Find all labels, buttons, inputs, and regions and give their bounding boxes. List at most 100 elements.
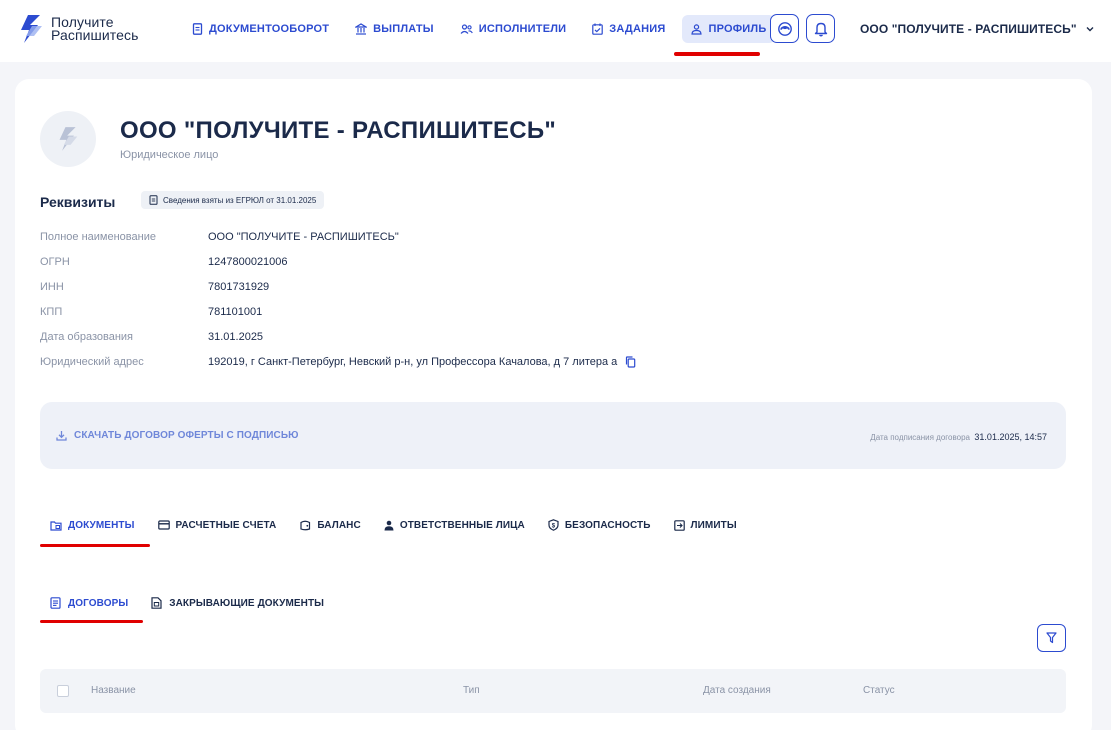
requisite-value-wrap: 192019, г Санкт-Петербург, Невский р-н, … (208, 356, 636, 368)
sign-date-value: 31.01.2025, 14:57 (974, 432, 1047, 442)
requisite-value: 781101001 (208, 306, 263, 318)
requisite-row-address: Юридический адрес 192019, г Санкт-Петерб… (40, 356, 636, 368)
requisite-label: Дата образования (40, 331, 133, 343)
requisite-value: 31.01.2025 (208, 331, 264, 343)
requisite-value: 7801731929 (208, 281, 270, 293)
column-header-type[interactable]: Тип (463, 685, 480, 696)
subtab-closing-documents-label: ЗАКРЫВАЮЩИЕ ДОКУМЕНТЫ (169, 597, 325, 609)
people-icon (460, 23, 473, 34)
nav-documents[interactable]: ДОКУМЕНТООБОРОТ (183, 15, 338, 43)
bank-icon (355, 23, 368, 35)
select-all-checkbox[interactable] (57, 685, 69, 697)
copy-icon[interactable] (625, 356, 636, 368)
column-header-created[interactable]: Дата создания (703, 685, 771, 696)
requisite-label: ИНН (40, 281, 64, 293)
tab-documents[interactable]: ДОКУМЕНТЫ (50, 519, 135, 531)
brand-name: Получите Распишитесь (51, 15, 139, 43)
wallet-icon (300, 520, 311, 530)
egrul-source-text: Сведения взяты из ЕГРЮЛ от 31.01.2025 (163, 195, 317, 205)
limits-icon (673, 519, 685, 531)
contract-icon (50, 597, 61, 609)
nav-active-underline (674, 52, 760, 56)
organization-selector[interactable]: ООО "ПОЛУЧИТЕ - РАСПИШИТЕСЬ" (860, 22, 1094, 36)
requisite-label: Юридический адрес (40, 356, 144, 368)
nav-payments-label: ВЫПЛАТЫ (373, 23, 434, 35)
tab-balance[interactable]: БАЛАНС (299, 519, 361, 531)
requisite-row-fullname: Полное наименование ООО "ПОЛУЧИТЕ - РАСП… (40, 231, 399, 243)
tab-balance-label: БАЛАНС (317, 519, 361, 531)
nav-profile[interactable]: ПРОФИЛЬ (682, 15, 776, 43)
notifications-button[interactable] (806, 14, 835, 43)
main-nav: ДОКУМЕНТООБОРОТ ВЫПЛАТЫ ИСПОЛНИТЕЛИ ЗАДА… (183, 15, 783, 43)
nav-tasks-label: ЗАДАНИЯ (609, 23, 666, 35)
subtab-closing-documents[interactable]: ЗАКРЫВАЮЩИЕ ДОКУМЕНТЫ (151, 597, 324, 609)
requisite-value: ООО "ПОЛУЧИТЕ - РАСПИШИТЕСЬ" (208, 231, 399, 243)
svg-text:$: $ (552, 524, 556, 530)
requisite-row-kpp: КПП 781101001 (40, 306, 262, 318)
nav-contractors-label: ИСПОЛНИТЕЛИ (478, 23, 567, 35)
document-icon (149, 195, 158, 205)
filter-button[interactable] (1037, 624, 1066, 652)
requisite-row-founded: Дата образования 31.01.2025 (40, 331, 263, 343)
nav-tasks[interactable]: ЗАДАНИЯ (583, 15, 674, 43)
tab-active-underline (40, 544, 150, 547)
subtab-active-underline (40, 620, 143, 623)
brand-logo[interactable]: Получите Распишитесь (18, 14, 139, 44)
requisite-row-ogrn: ОГРН 1247800021006 (40, 256, 288, 268)
profile-card: ООО "ПОЛУЧИТЕ - РАСПИШИТЕСЬ" Юридическое… (15, 79, 1092, 730)
logo-icon (18, 14, 44, 44)
document-icon (192, 23, 203, 35)
requisite-value: 1247800021006 (208, 256, 288, 268)
company-type: Юридическое лицо (120, 149, 219, 161)
logo-placeholder-icon (59, 127, 78, 151)
folder-icon (50, 520, 62, 531)
requisite-label: ОГРН (40, 256, 70, 268)
egrul-source-badge: Сведения взяты из ЕГРЮЛ от 31.01.2025 (141, 191, 325, 209)
address-value: 192019, г Санкт-Петербург, Невский р-н, … (208, 356, 618, 368)
nav-profile-label: ПРОФИЛЬ (708, 23, 767, 35)
card-icon (157, 520, 170, 530)
nav-contractors[interactable]: ИСПОЛНИТЕЛИ (451, 15, 576, 43)
download-offer-label: СКАЧАТЬ ДОГОВОР ОФЕРТЫ С ПОДПИСЬЮ (74, 430, 299, 441)
tab-limits-label: ЛИМИТЫ (690, 519, 737, 531)
calendar-check-icon (592, 23, 604, 35)
brand-line-2: Распишитесь (51, 27, 139, 43)
requisite-label: Полное наименование (40, 231, 156, 243)
tab-documents-label: ДОКУМЕНТЫ (68, 519, 135, 531)
bell-icon (814, 22, 827, 36)
subtab-contracts[interactable]: ДОГОВОРЫ (50, 597, 128, 609)
person-icon (384, 520, 394, 530)
support-chat-icon (777, 21, 792, 36)
requisite-row-inn: ИНН 7801731929 (40, 281, 269, 293)
offer-contract-panel: СКАЧАТЬ ДОГОВОР ОФЕРТЫ С ПОДПИСЬЮ Дата п… (40, 402, 1066, 469)
requisites-title: Реквизиты (40, 194, 116, 210)
tab-bank-accounts[interactable]: РАСЧЕТНЫЕ СЧЕТА (157, 519, 277, 531)
chevron-down-icon (1086, 27, 1094, 32)
tab-responsible-persons-label: ОТВЕТСТВЕННЫЕ ЛИЦА (399, 519, 525, 531)
top-header: Получите Распишитесь ДОКУМЕНТООБОРОТ ВЫП… (0, 0, 1111, 62)
page-title: ООО "ПОЛУЧИТЕ - РАСПИШИТЕСЬ" (120, 117, 557, 144)
requisite-label: КПП (40, 306, 63, 318)
closing-docs-icon (151, 597, 162, 609)
sign-date-label: Дата подписания договора (870, 433, 970, 442)
tab-security-label: БЕЗОПАСНОСТЬ (564, 519, 651, 531)
contracts-table-header: Название Тип Дата создания Статус (40, 669, 1066, 713)
nav-payments[interactable]: ВЫПЛАТЫ (346, 15, 443, 43)
tab-limits[interactable]: ЛИМИТЫ (673, 519, 737, 531)
nav-documents-label: ДОКУМЕНТООБОРОТ (209, 23, 330, 35)
document-subtabs: ДОГОВОРЫ ЗАКРЫВАЮЩИЕ ДОКУМЕНТЫ (50, 597, 347, 609)
column-header-name[interactable]: Название (91, 685, 136, 696)
filter-icon (1046, 632, 1057, 644)
download-offer-link[interactable]: СКАЧАТЬ ДОГОВОР ОФЕРТЫ С ПОДПИСЬЮ (56, 430, 299, 441)
support-button[interactable] (770, 14, 799, 43)
shield-icon: $ (548, 519, 559, 531)
subtab-contracts-label: ДОГОВОРЫ (68, 597, 129, 609)
column-header-status[interactable]: Статус (863, 685, 895, 696)
tab-security[interactable]: $ БЕЗОПАСНОСТЬ (548, 519, 651, 531)
tab-bank-accounts-label: РАСЧЕТНЫЕ СЧЕТА (175, 519, 277, 531)
company-avatar (40, 111, 96, 167)
profile-tabs: ДОКУМЕНТЫ РАСЧЕТНЫЕ СЧЕТА БАЛАНС ОТВЕТСТ… (50, 519, 760, 531)
user-icon (691, 23, 703, 35)
download-icon (56, 431, 67, 441)
tab-responsible-persons[interactable]: ОТВЕТСТВЕННЫЕ ЛИЦА (384, 519, 525, 531)
